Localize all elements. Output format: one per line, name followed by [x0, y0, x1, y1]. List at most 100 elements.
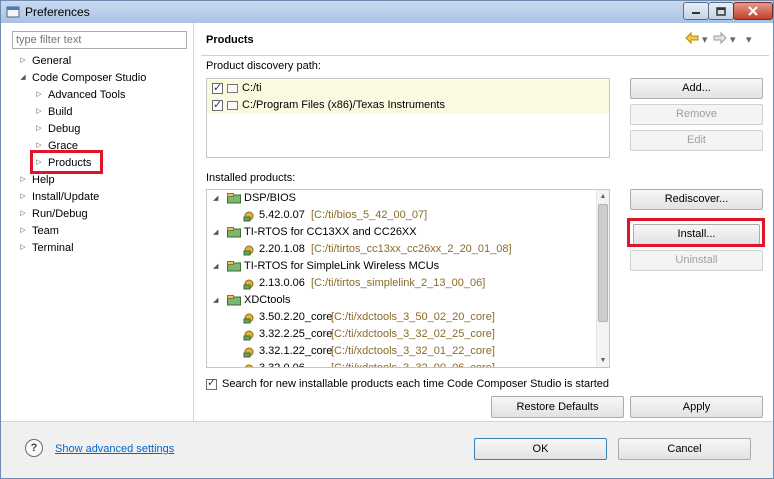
view-menu-button[interactable]: ▾ — [746, 32, 752, 48]
maximize-icon — [716, 6, 726, 16]
apply-button[interactable]: Apply — [630, 396, 763, 418]
forward-arrow-icon — [713, 31, 727, 45]
version-number: 5.42.0.07 — [259, 209, 305, 221]
folder-icon — [227, 101, 238, 110]
version-number: 3.32.1.22_core — [259, 345, 333, 357]
restore-defaults-button[interactable]: Restore Defaults — [491, 396, 624, 418]
product-package-icon — [227, 261, 241, 272]
search-new-products-checkbox[interactable] — [206, 376, 217, 390]
product-name: TI-RTOS for SimpleLink Wireless MCUs — [244, 260, 440, 272]
version-path: [C:/ti/xdctools_3_32_01_22_core] — [331, 345, 495, 357]
expand-arrow-icon[interactable]: ▷ — [35, 104, 43, 120]
discovery-path-row[interactable]: C:/ti — [207, 80, 609, 97]
expand-arrow-icon[interactable]: ▷ — [19, 206, 27, 222]
window-title: Preferences — [25, 5, 90, 19]
path-text: C:/Program Files (x86)/Texas Instruments — [242, 99, 445, 111]
scroll-down-icon[interactable]: ▼ — [597, 354, 609, 367]
tree-item-label: Code Composer Studio — [32, 72, 147, 84]
scroll-thumb[interactable] — [598, 204, 608, 322]
dialog-button-bar: ? Show advanced settings OK Cancel — [1, 421, 773, 478]
collapse-arrow-icon[interactable]: ◢ — [213, 224, 218, 241]
title-bar: Preferences — [1, 1, 773, 23]
rediscover-button[interactable]: Rediscover... — [630, 189, 763, 210]
path-checkbox[interactable] — [212, 97, 223, 114]
tree-item-label: Build — [48, 106, 73, 118]
version-gear-icon — [243, 347, 254, 358]
minimize-icon — [692, 12, 700, 14]
tree-item-label: Team — [32, 225, 59, 237]
version-path: [C:/ti/tirtos_simplelink_2_13_00_06] — [311, 277, 486, 289]
installed-products-label: Installed products: — [206, 172, 296, 184]
preferences-icon — [6, 6, 20, 18]
version-gear-icon — [243, 279, 254, 290]
back-menu-dropdown[interactable]: ▾ — [702, 32, 708, 48]
preference-tree-pane: ▷ General ◢ Code Composer Studio ▷ Advan… — [1, 23, 194, 421]
ok-button[interactable]: OK — [474, 438, 607, 460]
expand-arrow-icon[interactable]: ▷ — [19, 172, 27, 188]
back-arrow-icon — [685, 31, 699, 45]
expand-arrow-icon[interactable]: ▷ — [19, 53, 27, 69]
discovery-path-row[interactable]: C:/Program Files (x86)/Texas Instruments — [207, 97, 609, 114]
collapse-arrow-icon[interactable]: ◢ — [19, 70, 27, 86]
scroll-up-icon[interactable]: ▲ — [597, 190, 609, 203]
highlight-box-install — [627, 218, 765, 247]
collapse-arrow-icon[interactable]: ◢ — [213, 190, 218, 207]
version-gear-icon — [243, 330, 254, 341]
cancel-button[interactable]: Cancel — [618, 438, 751, 460]
expand-arrow-icon[interactable]: ▷ — [35, 121, 43, 137]
expand-arrow-icon[interactable]: ▷ — [19, 189, 27, 205]
tree-item-label: Help — [32, 174, 55, 186]
remove-button[interactable]: Remove — [630, 104, 763, 125]
product-name: TI-RTOS for CC13XX and CC26XX — [244, 226, 417, 238]
highlight-box-products — [30, 150, 103, 174]
preferences-window: Preferences ▷ General ◢ Code Composer St… — [0, 0, 774, 479]
version-path: [C:/ti/xdctools_3_32_00_06_core] — [331, 362, 495, 368]
version-number: 3.32.0.06 — [259, 362, 305, 368]
minimize-button[interactable] — [683, 2, 709, 20]
close-icon — [748, 6, 758, 16]
forward-menu-dropdown[interactable]: ▾ — [730, 32, 736, 48]
discovery-path-label: Product discovery path: — [206, 60, 321, 72]
uninstall-button[interactable]: Uninstall — [630, 250, 763, 271]
forward-button[interactable] — [713, 31, 727, 48]
help-icon[interactable]: ? — [25, 439, 43, 457]
collapse-arrow-icon[interactable]: ◢ — [213, 292, 218, 309]
installed-products-tree[interactable]: ◢ DSP/BIOS 5.42.0.07 [C:/ti/bios_5_42_00… — [206, 189, 610, 368]
back-button[interactable] — [685, 31, 699, 48]
expand-arrow-icon[interactable]: ▷ — [19, 240, 27, 256]
maximize-button[interactable] — [708, 2, 734, 20]
version-number: 3.32.2.25_core — [259, 328, 333, 340]
version-number: 2.13.0.06 — [259, 277, 305, 289]
version-path: [C:/ti/tirtos_cc13xx_cc26xx_2_20_01_08] — [311, 243, 512, 255]
add-button[interactable]: Add... — [630, 78, 763, 99]
tree-item-label: Debug — [48, 123, 81, 135]
version-path: [C:/ti/xdctools_3_32_02_25_core] — [331, 328, 495, 340]
tree-item-label: Advanced Tools — [48, 89, 126, 101]
version-number: 2.20.1.08 — [259, 243, 305, 255]
path-text: C:/ti — [242, 82, 262, 94]
tree-item-label: Run/Debug — [32, 208, 88, 220]
product-name: XDCtools — [244, 294, 291, 306]
tree-item-label: Terminal — [32, 242, 74, 254]
edit-button[interactable]: Edit — [630, 130, 763, 151]
installed-scrollbar[interactable]: ▲ ▼ — [596, 190, 609, 367]
tree-item-label: Install/Update — [32, 191, 100, 203]
collapse-arrow-icon[interactable]: ◢ — [213, 258, 218, 275]
close-button[interactable] — [733, 2, 773, 20]
expand-arrow-icon[interactable]: ▷ — [19, 223, 27, 239]
filter-input[interactable] — [12, 31, 187, 49]
discovery-path-list[interactable]: C:/ti C:/Program Files (x86)/Texas Instr… — [206, 78, 610, 158]
products-page: Products ▾ ▾ ▾ Product discovery path: C… — [195, 23, 773, 421]
chevron-down-icon: ▾ — [730, 34, 736, 46]
product-name: DSP/BIOS — [244, 192, 296, 204]
expand-arrow-icon[interactable]: ▷ — [35, 87, 43, 103]
dialog-content: ▷ General ◢ Code Composer Studio ▷ Advan… — [1, 23, 773, 478]
show-advanced-settings-link[interactable]: Show advanced settings — [55, 443, 174, 455]
version-gear-icon — [243, 313, 254, 324]
chevron-down-icon: ▾ — [702, 34, 708, 46]
view-menu-icon: ▾ — [746, 34, 752, 46]
version-gear-icon — [243, 245, 254, 256]
folder-icon — [227, 84, 238, 93]
path-checkbox[interactable] — [212, 80, 223, 97]
version-gear-icon — [244, 364, 254, 367]
